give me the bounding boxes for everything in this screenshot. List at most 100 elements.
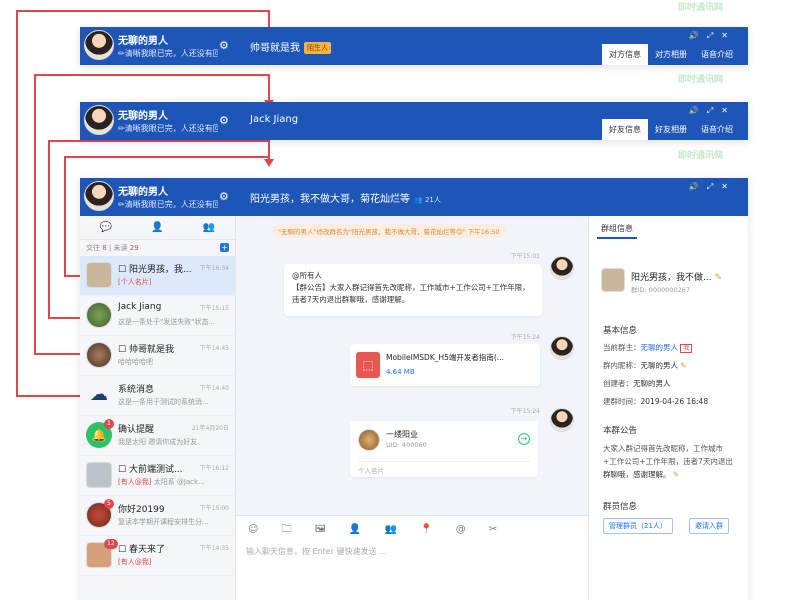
my-avatar[interactable] bbox=[84, 30, 114, 60]
edit-icon[interactable]: ✎ bbox=[673, 470, 679, 479]
stranger-tag: 陌生人 bbox=[304, 42, 331, 54]
my-avatar[interactable] bbox=[84, 181, 114, 211]
my-profile[interactable]: 无聊的男人 ✏清晰我眼已完，人还没有回 bbox=[80, 27, 236, 65]
message-time: 下午15:24 bbox=[510, 334, 540, 341]
sound-icon[interactable]: 🔊 bbox=[689, 182, 707, 191]
list-item[interactable]: ☁ 系统消息 这是一条用于测试的系统消... 下午14:40 bbox=[80, 376, 235, 416]
manage-members-button[interactable]: 管理群员（21人） bbox=[603, 518, 673, 534]
member-count: 👥 21人 bbox=[414, 196, 441, 204]
conversation-tag: [个人名片] bbox=[118, 278, 152, 286]
list-item[interactable]: Jack Jiang 这是一条处于"发送失败"状态... 下午15:15 bbox=[80, 296, 235, 336]
tab-peer-album[interactable]: 对方相册 bbox=[648, 44, 694, 65]
created-label: 建群时间： bbox=[603, 397, 641, 406]
list-item[interactable]: ☐ 帅哥就是我 哈哈哈哈吧 下午14:45 bbox=[80, 336, 235, 376]
window-controls[interactable]: 🔊⤢✕ bbox=[689, 31, 736, 41]
tab-voice-intro[interactable]: 语音介绍 bbox=[694, 44, 740, 65]
annotation-line bbox=[16, 395, 80, 397]
group-info-panel: 群组信息 阳光男孩，我不做... ✎ 群ID: 0000000267 基本信息 … bbox=[588, 216, 748, 600]
tab-friend-album[interactable]: 好友相册 bbox=[648, 119, 694, 140]
created-value: 2019-04-26 16:48 bbox=[640, 397, 709, 406]
annotation-line bbox=[34, 74, 36, 354]
input-area: ☺ 🗀 🖼 👤 👥 📍 @ ✂ 输入聊天信息，按 Enter 键快速发送 ... bbox=[236, 515, 588, 600]
conversation-sub: 这是一条处于"发送失败"状态... bbox=[118, 318, 216, 326]
sender-avatar[interactable] bbox=[550, 336, 574, 360]
tab-peer-info[interactable]: 对方信息 bbox=[602, 44, 648, 65]
add-icon[interactable]: + bbox=[220, 243, 229, 252]
conversation-title-text: 春天来了 bbox=[128, 545, 165, 555]
chat-title: 阳光男孩，我不做大哥，菊花灿烂等 👥 21人 bbox=[250, 190, 441, 205]
message-input[interactable]: 输入聊天信息，按 Enter 键快速发送 ... bbox=[246, 546, 387, 557]
tab-group-info[interactable]: 群组信息 bbox=[597, 220, 637, 239]
maximize-icon[interactable]: ⤢ bbox=[707, 106, 721, 115]
edit-icon[interactable]: ✎ bbox=[714, 273, 722, 283]
announcement-text: 【群公告】大家入群记得首先改昵称，工作城市+工作公司+工作年限，违者7天内退出群… bbox=[292, 283, 530, 304]
close-icon[interactable]: ✕ bbox=[721, 182, 736, 191]
sound-icon[interactable]: 🔊 bbox=[689, 31, 707, 40]
group-icon[interactable]: 👥 bbox=[203, 222, 215, 233]
arrow-right-icon[interactable]: → bbox=[518, 433, 530, 445]
conversation-counts: 交往 8 | 未读 29 + bbox=[86, 243, 229, 252]
maximize-icon[interactable]: ⤢ bbox=[707, 31, 721, 40]
message-time: 下午15:01 bbox=[510, 253, 540, 260]
window-controls[interactable]: 🔊⤢✕ bbox=[689, 182, 736, 192]
mention-all: @所有人 bbox=[292, 271, 322, 280]
invite-button[interactable]: 邀请入群 bbox=[689, 518, 729, 534]
conversation-sub: [个人名片] bbox=[118, 277, 228, 287]
sender-avatar[interactable] bbox=[550, 256, 574, 280]
my-avatar[interactable] bbox=[84, 105, 114, 135]
notice-title: 本群公告 bbox=[603, 426, 638, 436]
nickname-row: 群内昵称：无聊的男人 ✎ bbox=[603, 360, 687, 371]
my-profile[interactable]: 无聊的男人 ✏清晰我眼已完，人还没有回 bbox=[80, 178, 236, 216]
gear-icon[interactable]: ⚙ bbox=[219, 39, 229, 52]
creator-row: 创建者：无聊的男人 bbox=[603, 378, 671, 389]
conversation-time: 下午15:00 bbox=[199, 505, 229, 512]
conversation-sub: 这是一条用于测试的系统消... bbox=[118, 398, 209, 406]
my-signature: ✏清晰我眼已完，人还没有回 bbox=[118, 124, 218, 133]
watermark: 即时通讯网 bbox=[678, 3, 724, 13]
my-signature: ✏清晰我眼已完，人还没有回 bbox=[118, 49, 218, 58]
title-bar: 无聊的男人 ✏清晰我眼已完，人还没有回 ⚙ 阳光男孩，我不做大哥，菊花灿烂等 👥 … bbox=[80, 178, 748, 216]
conversation-time: 下午14:45 bbox=[199, 345, 229, 352]
list-item[interactable]: ☐ 阳光男孩，我... [个人名片] 下午16:34 bbox=[80, 256, 235, 296]
created-row: 建群时间：2019-04-26 16:48 bbox=[603, 396, 708, 407]
my-profile[interactable]: 无聊的男人 ✏清晰我眼已完，人还没有回 bbox=[80, 102, 236, 140]
my-signature: ✏清晰我眼已完，人还没有回 bbox=[118, 200, 218, 209]
list-item[interactable]: ☐ 大前端测试... [有人@我] 太阳系 @Jack... 下午16:12 bbox=[80, 456, 235, 496]
chat-window-friend: 无聊的男人 ✏清晰我眼已完，人还没有回 ⚙ Jack Jiang 🔊⤢✕ 好友信… bbox=[80, 102, 748, 140]
sound-icon[interactable]: 🔊 bbox=[689, 106, 707, 115]
conversation-time: 下午16:34 bbox=[199, 265, 229, 272]
list-item[interactable]: 5 你好20199 复读本学期开课程安排生分... 下午15:00 bbox=[80, 496, 235, 536]
tab-friend-info[interactable]: 好友信息 bbox=[602, 119, 648, 140]
gear-icon[interactable]: ⚙ bbox=[219, 114, 229, 127]
system-notice: "无聊的男人"修改群名为"阳光男孩，我不做大哥，菊花灿烂等😊" 下午16:50 bbox=[272, 224, 506, 238]
conversation-sub: [有人@我] 太阳系 @Jack... bbox=[118, 477, 228, 487]
chat-title: 帅哥就是我 陌生人 bbox=[250, 39, 331, 54]
file-message[interactable]: ⬚ MobileIMSDK_H5端开发者指南(... 4.64 MB bbox=[350, 344, 540, 386]
maximize-icon[interactable]: ⤢ bbox=[707, 182, 721, 191]
edit-icon[interactable]: ✎ bbox=[680, 361, 686, 370]
annotation-line bbox=[16, 10, 18, 396]
conversation-title: 系统消息 bbox=[118, 385, 155, 395]
conversation-tag: [有人@我] bbox=[118, 478, 152, 486]
contact-card-message[interactable]: 一缕阳业 UID: 400060 → 个人名片 bbox=[350, 421, 538, 477]
conversation-time: 下午15:15 bbox=[199, 305, 229, 312]
chat-bubble-icon[interactable]: 💬 bbox=[100, 222, 112, 233]
list-item[interactable]: 🔔 1 确认提醒 我是太阳 邀请你成为好友 21年4月20日 bbox=[80, 416, 235, 456]
message-bubble[interactable]: @所有人 【群公告】大家入群记得首先改昵称，工作城市+工作公司+工作年限，违者7… bbox=[284, 264, 542, 316]
window-controls[interactable]: 🔊⤢✕ bbox=[689, 106, 736, 116]
annotation-line bbox=[64, 156, 270, 158]
tab-voice-intro[interactable]: 语音介绍 bbox=[694, 119, 740, 140]
list-item[interactable]: 12 ☐ 春天来了 [有人@我] 下午14:35 bbox=[80, 536, 235, 576]
conversation-title-text: 大前端测试... bbox=[128, 465, 183, 475]
annotation-line bbox=[16, 10, 270, 12]
contact-icon[interactable]: 👤 bbox=[151, 222, 163, 233]
conversation-title: 确认提醒 bbox=[118, 425, 155, 435]
chat-title-text: 阳光男孩，我不做大哥，菊花灿烂等 bbox=[250, 194, 410, 205]
close-icon[interactable]: ✕ bbox=[721, 31, 736, 40]
conversation-title: ☐ 阳光男孩，我... bbox=[118, 265, 192, 275]
nickname-label: 群内昵称： bbox=[603, 361, 641, 370]
close-icon[interactable]: ✕ bbox=[721, 106, 736, 115]
sender-avatar[interactable] bbox=[550, 408, 574, 432]
input-toolbar[interactable]: ☺ 🗀 🖼 👤 👥 📍 @ ✂ bbox=[248, 522, 507, 539]
gear-icon[interactable]: ⚙ bbox=[219, 190, 229, 203]
